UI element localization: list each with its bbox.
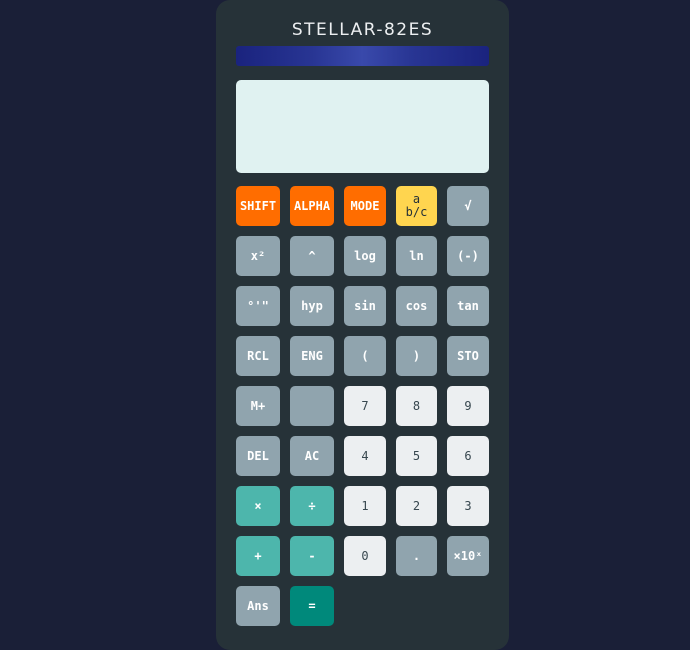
calculator-display	[236, 80, 489, 173]
sto-key[interactable]: STO	[447, 336, 489, 376]
digit-0-key[interactable]: 0	[344, 536, 386, 576]
mode-key[interactable]: MODE	[344, 186, 386, 226]
fraction-key[interactable]: a b/c	[396, 186, 437, 226]
divide-key[interactable]: ÷	[290, 486, 334, 526]
shift-key[interactable]: SHIFT	[236, 186, 280, 226]
power-key[interactable]: ^	[290, 236, 334, 276]
eng-key[interactable]: ENG	[290, 336, 334, 376]
ln-key[interactable]: ln	[396, 236, 437, 276]
cos-key[interactable]: cos	[396, 286, 437, 326]
log-key[interactable]: log	[344, 236, 386, 276]
add-key[interactable]: +	[236, 536, 280, 576]
m-plus-key[interactable]: M+	[236, 386, 280, 426]
close-paren-key[interactable]: )	[396, 336, 437, 376]
ans-key[interactable]: Ans	[236, 586, 280, 626]
multiply-key[interactable]: ×	[236, 486, 280, 526]
rcl-key[interactable]: RCL	[236, 336, 280, 376]
digit-5-key[interactable]: 5	[396, 436, 437, 476]
exp-key[interactable]: ×10ˣ	[447, 536, 489, 576]
open-paren-key[interactable]: (	[344, 336, 386, 376]
digit-8-key[interactable]: 8	[396, 386, 437, 426]
blank-key[interactable]	[290, 386, 334, 426]
equals-key[interactable]: =	[290, 586, 334, 626]
digit-7-key[interactable]: 7	[344, 386, 386, 426]
del-key[interactable]: DEL	[236, 436, 280, 476]
alpha-key[interactable]: ALPHA	[290, 186, 334, 226]
digit-3-key[interactable]: 3	[447, 486, 489, 526]
calculator-brand: STELLAR-82ES	[291, 20, 434, 40]
digit-1-key[interactable]: 1	[344, 486, 386, 526]
digit-4-key[interactable]: 4	[344, 436, 386, 476]
hyp-key[interactable]: hyp	[290, 286, 334, 326]
square-key[interactable]: x²	[236, 236, 280, 276]
degree-key[interactable]: °'"	[236, 286, 280, 326]
tan-key[interactable]: tan	[447, 286, 489, 326]
subtract-key[interactable]: -	[290, 536, 334, 576]
ac-key[interactable]: AC	[290, 436, 334, 476]
sin-key[interactable]: sin	[344, 286, 386, 326]
digit-9-key[interactable]: 9	[447, 386, 489, 426]
calculator-body: STELLAR-82ES SHIFT ALPHA MODE a b/c √ x²…	[216, 0, 509, 650]
negative-key[interactable]: (-)	[447, 236, 489, 276]
sqrt-key[interactable]: √	[447, 186, 489, 226]
solar-panel	[236, 46, 489, 66]
digit-6-key[interactable]: 6	[447, 436, 489, 476]
digit-2-key[interactable]: 2	[396, 486, 437, 526]
fraction-key-bottom: b/c	[405, 205, 428, 219]
decimal-key[interactable]: .	[396, 536, 437, 576]
